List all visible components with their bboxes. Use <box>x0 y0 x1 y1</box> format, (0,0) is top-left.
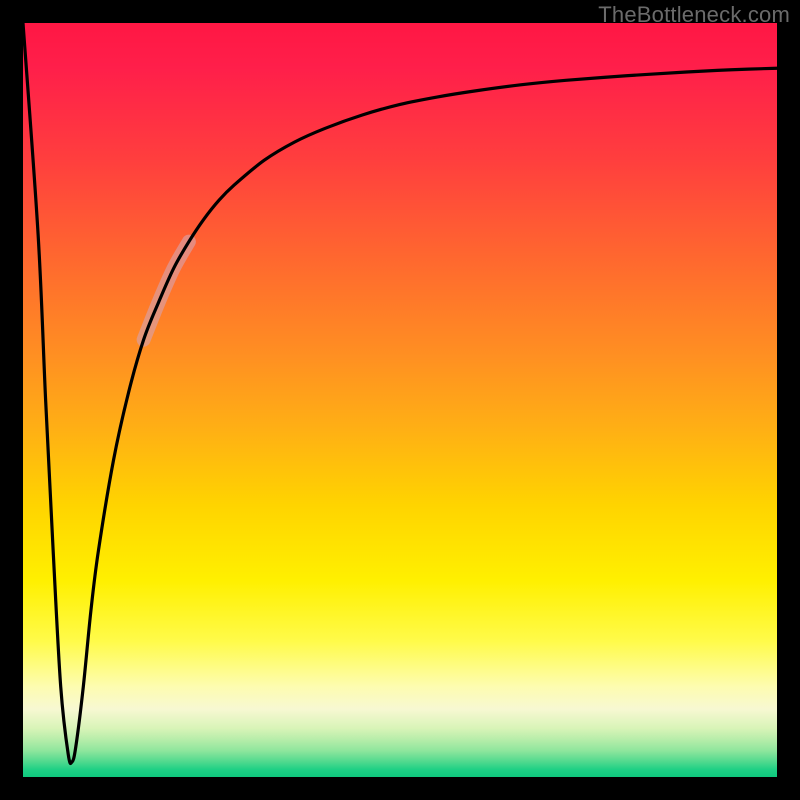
chart-frame: TheBottleneck.com <box>0 0 800 800</box>
watermark-text: TheBottleneck.com <box>598 2 790 28</box>
bottleneck-curve <box>23 23 777 763</box>
curve-layer <box>23 23 777 777</box>
plot-area <box>23 23 777 777</box>
